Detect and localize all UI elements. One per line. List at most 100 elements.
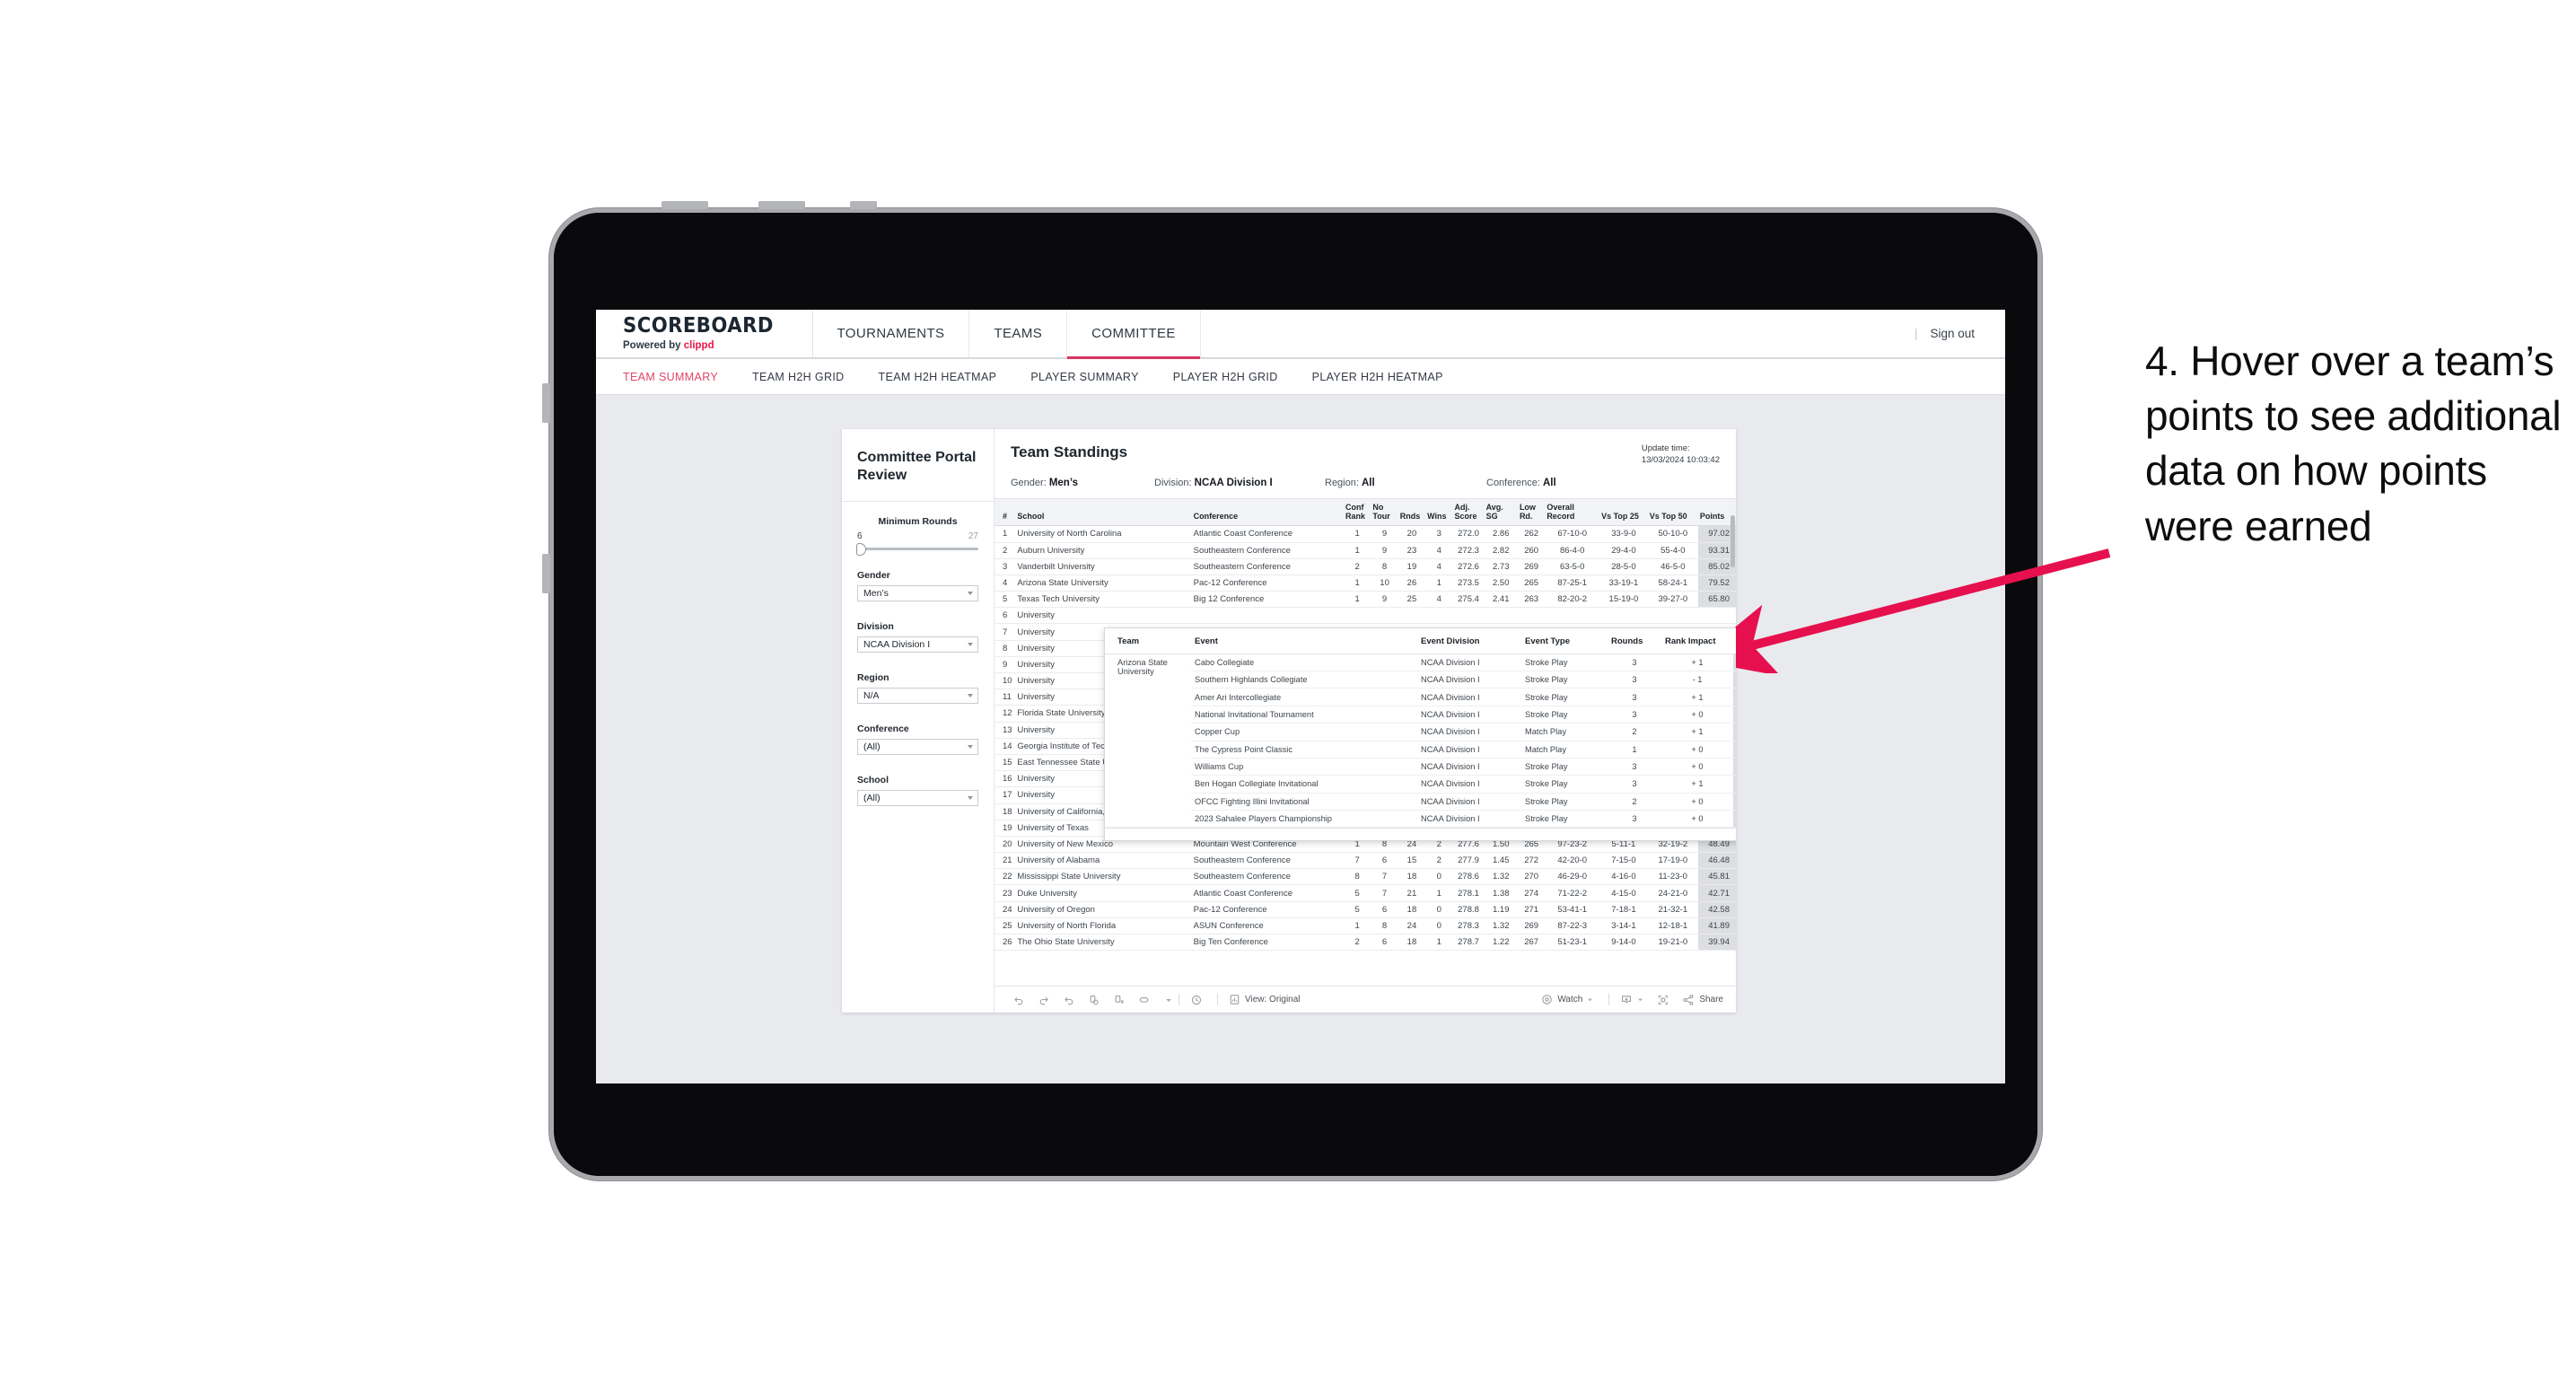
col-conference[interactable]: Conference	[1191, 498, 1345, 527]
tab-player-summary[interactable]: PLAYER SUMMARY	[1030, 371, 1158, 383]
table-row[interactable]: 3 Vanderbilt University Southeastern Confe…	[994, 558, 1736, 575]
col-low-rd[interactable]: Low Rd.	[1517, 498, 1546, 527]
tooltip-table: Team Event Event Division Event Type Rou…	[1105, 627, 1736, 829]
filter-region-select[interactable]: N/A	[857, 688, 978, 704]
toolbar-divider-2	[1217, 994, 1218, 1005]
col-rnds[interactable]: Rnds	[1398, 498, 1426, 527]
col-no-tour[interactable]: No Tour	[1371, 498, 1398, 527]
fullscreen-button[interactable]	[1657, 994, 1669, 1006]
nav-item-committee[interactable]: COMMITTEE	[1067, 310, 1201, 359]
table-row[interactable]: 2 Auburn University Southeastern Conferenc…	[994, 542, 1736, 559]
col-wins[interactable]: Wins	[1425, 498, 1453, 527]
col-adj-score[interactable]: Adj. Score	[1452, 498, 1485, 527]
tab-team-h2h-grid[interactable]: TEAM H2H GRID	[752, 371, 863, 383]
secondary-nav: TEAM SUMMARY TEAM H2H GRID TEAM H2H HEAT…	[596, 359, 2005, 395]
cell-vs-top-25: 3-14-1	[1599, 917, 1648, 935]
tab-player-h2h-grid[interactable]: PLAYER H2H GRID	[1173, 371, 1298, 383]
col-vs-top-25[interactable]: Vs Top 25	[1599, 498, 1648, 527]
cell-school: Auburn University	[1015, 542, 1192, 559]
cell-points[interactable]: 39.94	[1697, 934, 1736, 952]
pause-icon[interactable]	[1113, 994, 1126, 1006]
download-button[interactable]	[1620, 994, 1644, 1006]
filter-gender-select[interactable]: Men’s	[857, 585, 978, 601]
tt-cell-division: NCAA Division I	[1417, 810, 1521, 829]
tooltip-footer	[1105, 828, 1736, 840]
redo-icon[interactable]	[1038, 994, 1050, 1006]
col-school[interactable]: School	[1015, 498, 1192, 527]
table-row[interactable]: 21 University of Alabama Southeastern Conf…	[994, 852, 1736, 870]
brand-sub-prefix: Powered by	[623, 340, 684, 351]
brand-logo[interactable]: SCOREBOARD Powered by clippd	[596, 310, 813, 357]
col-vs-top-50[interactable]: Vs Top 50	[1647, 498, 1698, 527]
col-rank[interactable]: #	[994, 498, 1016, 527]
toolbar-divider-1	[1178, 994, 1179, 1005]
top-bar-right: | Sign out	[1914, 310, 2005, 357]
table-row[interactable]: 24 University of Oregon Pac-12 Conference 5…	[994, 901, 1736, 918]
table-row[interactable]: 22 Mississippi State University Southeaste…	[994, 868, 1736, 886]
tt-cell-type: Stroke Play	[1521, 688, 1608, 706]
cell-rnds	[1398, 607, 1426, 625]
tab-team-h2h-heatmap[interactable]: TEAM H2H HEATMAP	[879, 371, 1017, 383]
cell-conf-rank: 1	[1344, 917, 1371, 935]
tooltip-table-head: Team Event Event Division Event Type Rou…	[1105, 627, 1736, 654]
device-layout-icon[interactable]	[1138, 994, 1152, 1006]
undo-icon[interactable]	[1012, 994, 1025, 1006]
toolbar-divider-3	[1608, 994, 1610, 1005]
sign-out-link[interactable]: Sign out	[1930, 327, 1975, 340]
col-overall-record[interactable]: Overall Record	[1545, 498, 1600, 527]
cell-overall-record: 51-23-1	[1545, 934, 1600, 952]
filter-gender-label: Gender	[857, 570, 890, 581]
tt-cell-w-points: 84.97	[1733, 688, 1736, 706]
cell-overall-record: 67-10-0	[1545, 525, 1600, 543]
chevron-down-icon[interactable]	[1586, 996, 1594, 1004]
cell-points[interactable]: 46.48	[1697, 852, 1736, 870]
cell-avg-sg: 1.19	[1484, 901, 1518, 918]
filter-division-select[interactable]: NCAA Division I	[857, 636, 978, 653]
share-button[interactable]: Share	[1682, 994, 1723, 1006]
cell-points[interactable]: 45.81	[1697, 868, 1736, 886]
table-row[interactable]: 6 University	[994, 607, 1736, 625]
cell-rnds: 15	[1398, 852, 1426, 870]
tt-cell-rank-impact: + 0	[1661, 793, 1733, 811]
cell-points[interactable]: 42.58	[1697, 901, 1736, 918]
tooltip-row: OFCC Fighting Illini Invitational NCAA Di…	[1105, 793, 1736, 811]
refresh-data-icon[interactable]	[1088, 994, 1100, 1006]
table-row[interactable]: 5 Texas Tech University Big 12 Conference 1…	[994, 591, 1736, 609]
tab-team-summary[interactable]: TEAM SUMMARY	[623, 371, 738, 383]
meta-conference: Conference: All	[1486, 478, 1661, 488]
meta-conference-label: Conference:	[1486, 477, 1540, 488]
filter-school-select[interactable]: (All)	[857, 790, 978, 806]
chevron-down-icon[interactable]	[1636, 996, 1644, 1004]
table-row[interactable]: 26 The Ohio State University Big Ten Confe…	[994, 934, 1736, 952]
table-row[interactable]: 1 University of North Carolina Atlantic Co…	[994, 525, 1736, 543]
filter-conference-select[interactable]: (All)	[857, 739, 978, 755]
tt-cell-division: NCAA Division I	[1417, 793, 1521, 811]
tt-cell-type: Stroke Play	[1521, 758, 1608, 776]
min-rounds-slider-handle[interactable]	[856, 542, 866, 556]
cell-points[interactable]: 42.71	[1697, 884, 1736, 902]
tab-player-h2h-heatmap[interactable]: PLAYER H2H HEATMAP	[1312, 371, 1463, 383]
col-avg-sg[interactable]: Avg. SG	[1484, 498, 1518, 527]
tt-cell-division: NCAA Division I	[1417, 688, 1521, 706]
nav-item-tournaments[interactable]: TOURNAMENTS	[813, 310, 970, 357]
cell-school: Arizona State University	[1015, 575, 1192, 592]
cell-rnds: 21	[1398, 884, 1426, 902]
table-row[interactable]: 4 Arizona State University Pac-12 Conferen…	[994, 575, 1736, 592]
tt-cell-type: Stroke Play	[1521, 775, 1608, 794]
watch-button[interactable]: Watch	[1541, 994, 1594, 1005]
cell-rank: 18	[994, 803, 1016, 820]
cell-low-rd: 271	[1517, 901, 1546, 918]
col-conf-rank[interactable]: Conf Rank	[1344, 498, 1371, 527]
table-row[interactable]: 25 University of North Florida ASUN Confer…	[994, 917, 1736, 935]
min-rounds-slider[interactable]	[856, 542, 978, 556]
view-original-button[interactable]: View: Original	[1229, 994, 1301, 1005]
alerts-icon[interactable]	[1190, 994, 1203, 1006]
cell-points[interactable]: 41.89	[1697, 917, 1736, 935]
nav-item-teams[interactable]: TEAMS	[969, 310, 1068, 357]
chevron-down-icon[interactable]	[1164, 996, 1173, 1004]
tt-col-team: Team	[1105, 627, 1191, 654]
revert-icon[interactable]	[1063, 994, 1075, 1006]
page-title: Team Standings	[1011, 443, 1128, 461]
cell-rank: 13	[994, 722, 1016, 739]
table-row[interactable]: 23 Duke University Atlantic Coast Conferen…	[994, 884, 1736, 902]
